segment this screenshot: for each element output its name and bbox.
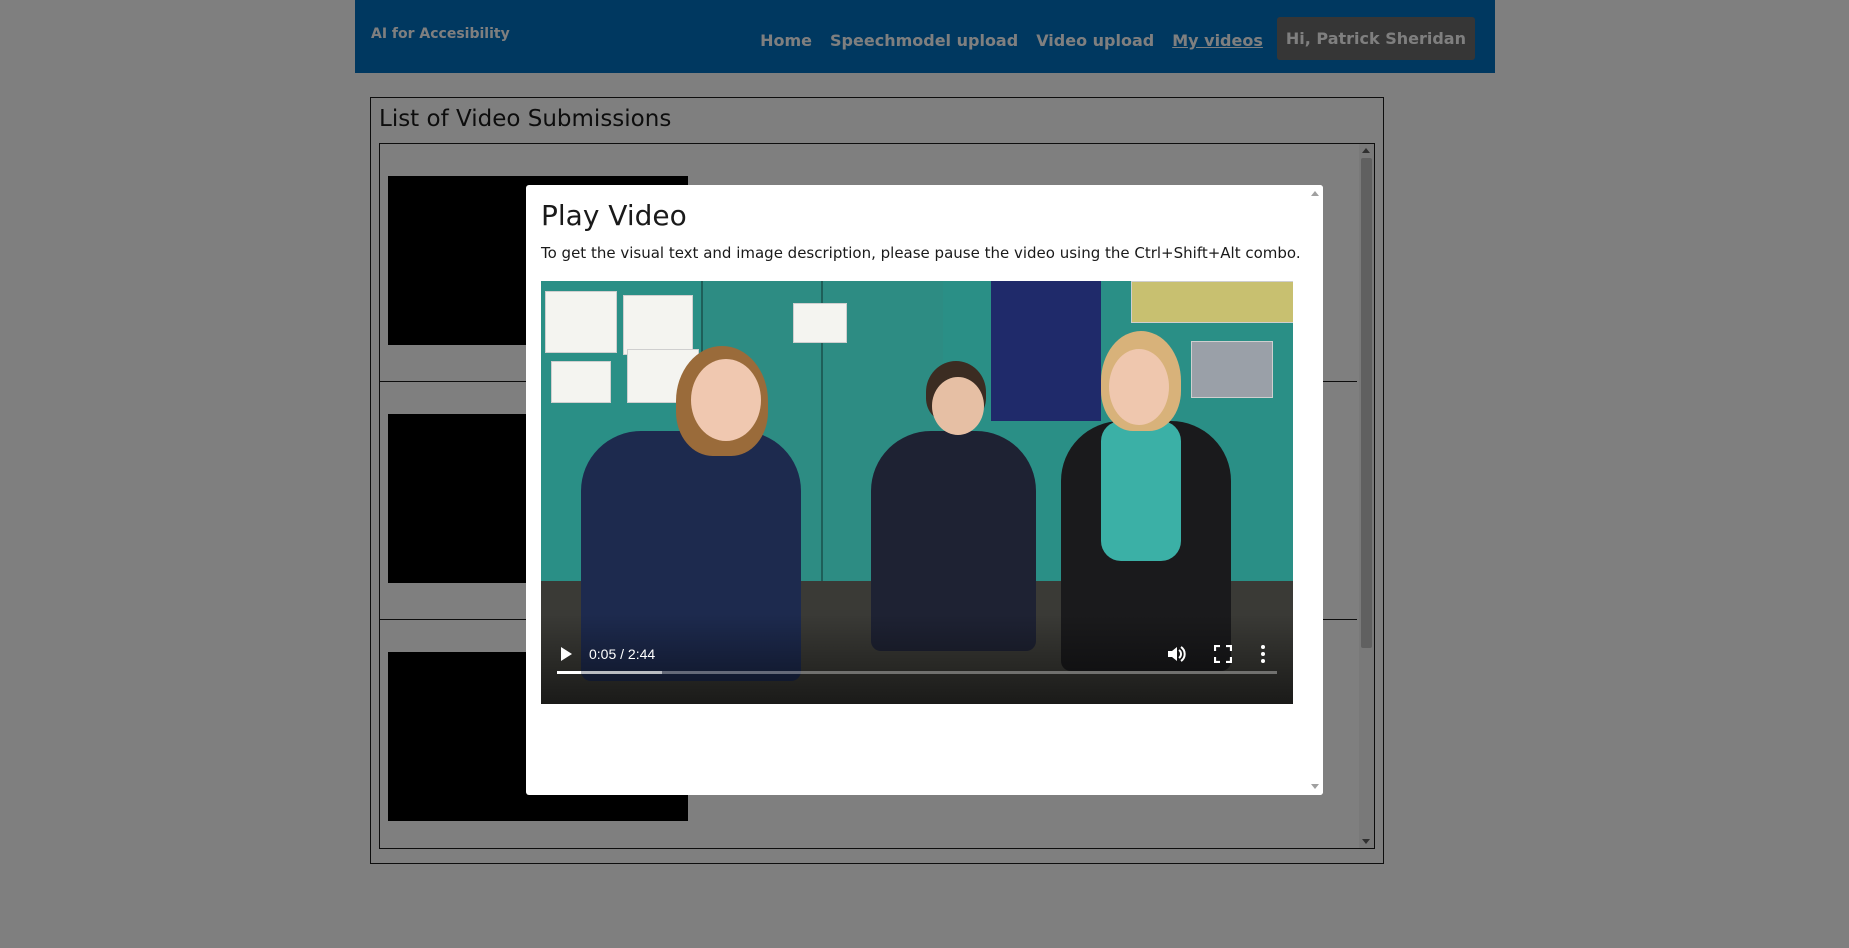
volume-icon[interactable] <box>1166 644 1186 664</box>
video-controls: 0:05 / 2:44 <box>541 634 1293 704</box>
scroll-down-icon[interactable] <box>1311 784 1319 789</box>
wall-poster <box>545 291 617 353</box>
wall-object <box>1191 341 1273 398</box>
progress-bar[interactable] <box>557 671 1277 674</box>
modal-description: To get the visual text and image descrip… <box>541 244 1301 262</box>
wall-poster <box>551 361 611 403</box>
shelf-trays <box>1131 281 1293 323</box>
wall-poster-dark <box>991 281 1101 421</box>
modal-title: Play Video <box>541 199 687 232</box>
modal-scrollbar[interactable] <box>1308 185 1323 795</box>
time-display: 0:05 / 2:44 <box>589 646 656 662</box>
progress-played <box>557 671 582 674</box>
play-icon[interactable] <box>561 647 572 661</box>
play-video-modal: Play Video To get the visual text and im… <box>526 185 1323 795</box>
face <box>691 359 761 441</box>
fullscreen-icon[interactable] <box>1214 645 1232 663</box>
scroll-up-icon[interactable] <box>1311 191 1319 196</box>
wall-poster <box>793 303 847 343</box>
shirt <box>1101 421 1181 561</box>
face <box>1109 349 1169 425</box>
video-player[interactable]: 0:05 / 2:44 <box>541 281 1293 704</box>
more-options-icon[interactable] <box>1260 644 1266 664</box>
wall-poster <box>623 295 693 355</box>
face <box>932 377 984 435</box>
